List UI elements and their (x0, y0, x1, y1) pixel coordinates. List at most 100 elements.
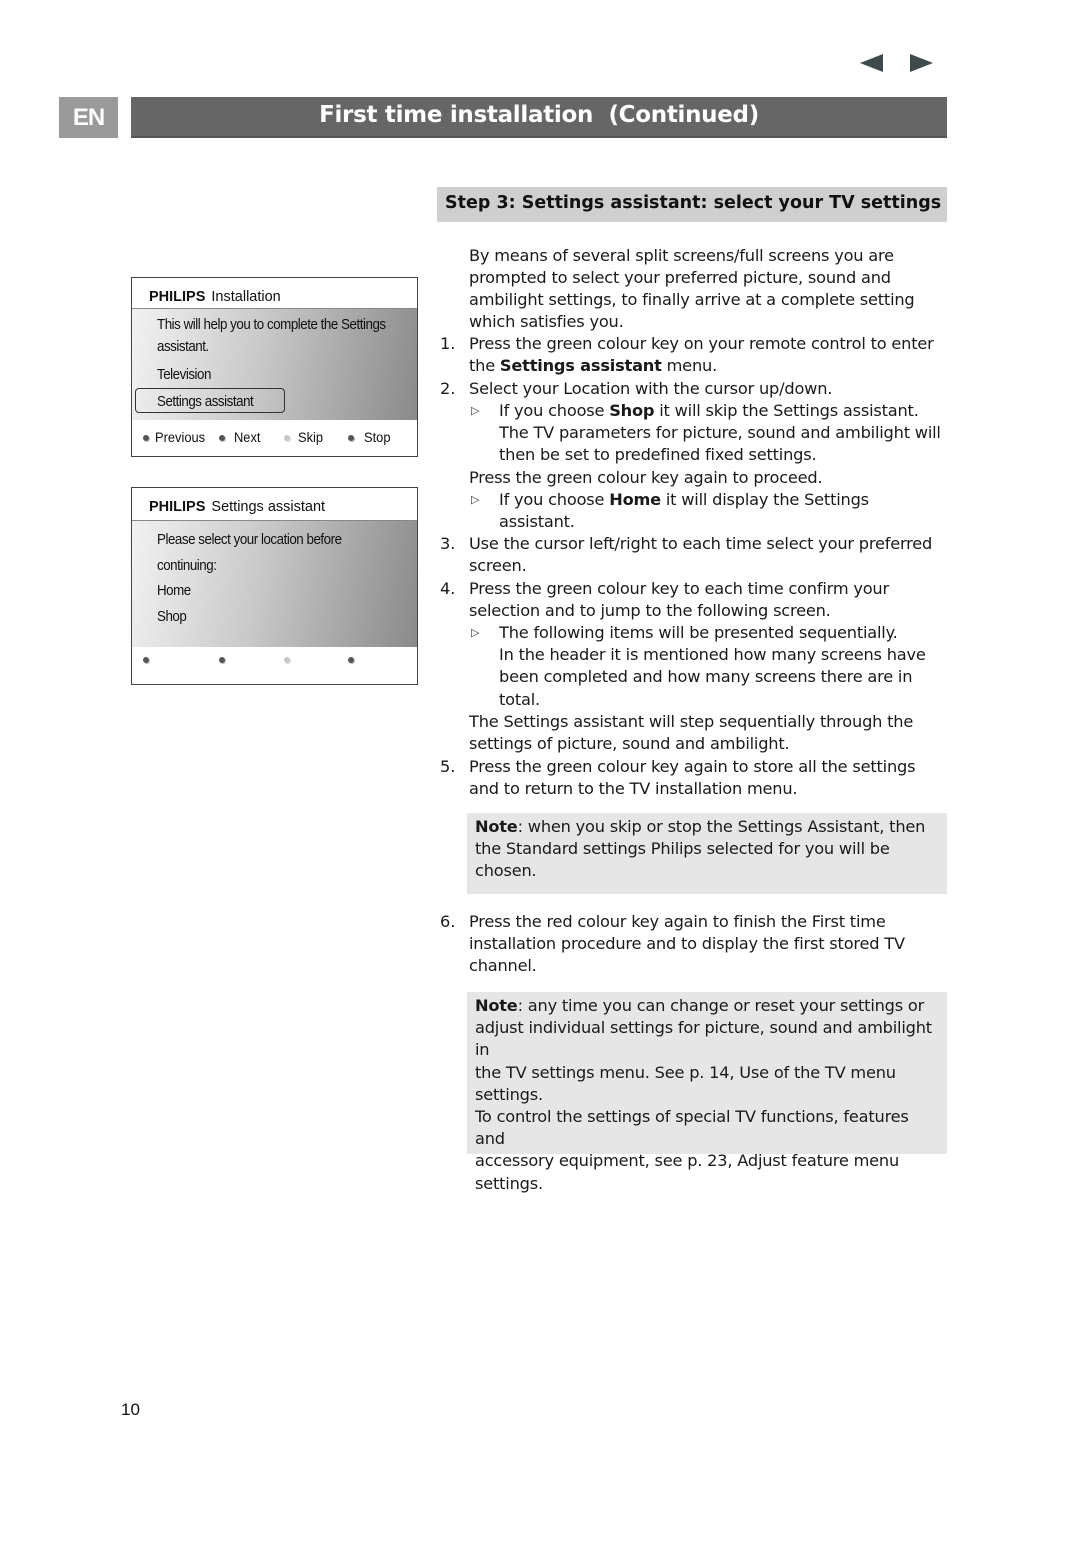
footer-skip[interactable]: Skip (298, 429, 323, 445)
note-label: Note (475, 817, 518, 836)
yellow-key-icon (284, 435, 290, 441)
text-run: the (469, 356, 500, 375)
footer-next[interactable]: Next (234, 429, 260, 445)
language-badge: EN (59, 97, 118, 138)
step-subtext: assistant. (499, 512, 575, 531)
next-page-icon[interactable] (910, 54, 933, 72)
tv-screen-header: PHILIPS Settings assistant (132, 488, 417, 521)
note-line: settings. (475, 1173, 543, 1193)
step-text: channel. (469, 956, 537, 975)
step-number: 6. (440, 912, 456, 931)
note-box: Note: any time you can change or reset y… (467, 992, 947, 1193)
step-number: 2. (440, 379, 456, 398)
text-run: it will display the Settings (660, 490, 869, 509)
step-text: Press the red colour key again to finish… (469, 912, 886, 931)
step-subtext: been completed and how many screens ther… (499, 667, 913, 686)
step-text: Use the cursor left/right to each time s… (469, 534, 933, 553)
menu-item-shop[interactable]: Shop (157, 609, 187, 625)
step-text: The Settings assistant will step sequent… (469, 712, 914, 731)
note-box: Note: when you skip or stop the Settings… (467, 813, 947, 894)
step-number: 4. (440, 579, 456, 598)
note-line: Note: any time you can change or reset y… (475, 995, 939, 1017)
step-text: Press the green colour key again to stor… (469, 757, 916, 776)
step-subtext: If you choose Home it will display the S… (499, 489, 869, 511)
step-text: screen. (469, 556, 527, 575)
step-text: Press the green colour key on your remot… (469, 334, 934, 353)
menu-item-settings-assistant[interactable]: Settings assistant (157, 394, 254, 410)
tv-text-line: continuing: (157, 558, 217, 574)
intro-line: By means of several split screens/full s… (469, 246, 894, 265)
step-text: Press the green colour key to each time … (469, 579, 889, 598)
note-line: accessory equipment, see p. 23, Adjust f… (475, 1151, 900, 1171)
text-run: it will skip the Settings assistant. (654, 401, 919, 420)
previous-page-icon[interactable] (860, 54, 883, 72)
step-text: selection and to jump to the following s… (469, 601, 831, 620)
step-heading: Step 3: Settings assistant: select your … (437, 187, 947, 222)
bold-term: Shop (609, 401, 655, 420)
text-run: : when you skip or stop the Settings Ass… (517, 817, 926, 836)
title-bar: First time installation (Continued) (131, 97, 947, 138)
text-run: If you choose (499, 401, 610, 420)
note-line: settings. (475, 1084, 543, 1104)
red-key-icon[interactable] (143, 657, 149, 663)
footer-previous[interactable]: Previous (155, 429, 205, 445)
menu-item-home[interactable]: Home (157, 583, 191, 599)
blue-key-icon[interactable] (348, 657, 354, 663)
step-number: 5. (440, 757, 456, 776)
brand-logo: PHILIPS (149, 499, 206, 515)
step-text: Select your Location with the cursor up/… (469, 379, 833, 398)
brand-logo: PHILIPS (149, 289, 206, 305)
step-subtext: In the header it is mentioned how many s… (499, 645, 926, 664)
tv-screen-body: This will help you to complete the Setti… (132, 309, 417, 420)
bullet-triangle-icon: ▷ (471, 493, 480, 506)
menu-item-television[interactable]: Television (157, 367, 211, 383)
tv-screen-footer (132, 647, 417, 683)
blue-key-icon (348, 435, 354, 441)
bold-term: Home (609, 490, 661, 509)
tv-screen-header: PHILIPS Installation (132, 278, 417, 309)
tv-screen-title: Installation (211, 289, 281, 305)
bold-term: Settings assistant (499, 356, 662, 375)
text-run: menu. (661, 356, 718, 375)
tv-text-line: assistant. (157, 339, 209, 355)
tv-screen-settings-assistant: PHILIPS Settings assistant Please select … (131, 487, 418, 685)
page-number: 10 (121, 1400, 140, 1419)
tv-screen-body: Please select your location before conti… (132, 521, 417, 647)
step-text: installation procedure and to display th… (469, 934, 905, 953)
intro-line: prompted to select your preferred pictur… (469, 268, 891, 287)
green-key-icon[interactable] (219, 657, 225, 663)
tv-screen-installation: PHILIPS Installation This will help you t… (131, 277, 418, 457)
red-key-icon (143, 435, 149, 441)
step-text: and to return to the TV installation men… (469, 779, 798, 798)
step-subtext: then be set to predefined fixed settings… (499, 445, 817, 464)
step-subtext: The TV parameters for picture, sound and… (499, 423, 941, 442)
step-text: the Settings assistant menu. (469, 355, 717, 377)
text-run: : any time you can change or reset your … (517, 996, 925, 1015)
intro-line: ambilight settings, to finally arrive at… (469, 290, 915, 309)
note-line: the Standard settings Philips selected f… (475, 839, 890, 859)
page-title: First time installation (Continued) (319, 102, 759, 128)
tv-text-line: This will help you to complete the Setti… (157, 317, 386, 333)
step-text: Press the green colour key again to proc… (469, 468, 823, 487)
footer-stop[interactable]: Stop (364, 429, 391, 445)
step-subtext: The following items will be presented se… (499, 623, 898, 642)
step-subtext: total. (499, 690, 540, 709)
tv-screen-footer: Previous Next Skip Stop (132, 420, 417, 456)
step-number: 3. (440, 534, 456, 553)
step-subtext: If you choose Shop it will skip the Sett… (499, 400, 919, 422)
note-line: the TV settings menu. See p. 14, Use of … (475, 1062, 896, 1082)
tv-screen-title: Settings assistant (211, 499, 326, 515)
step-text: settings of picture, sound and ambilight… (469, 734, 790, 753)
note-line: Note: when you skip or stop the Settings… (475, 816, 939, 838)
text-run: If you choose (499, 490, 610, 509)
bullet-triangle-icon: ▷ (471, 626, 480, 639)
note-label: Note (475, 996, 518, 1015)
note-line: To control the settings of special TV fu… (475, 1107, 909, 1149)
yellow-key-icon[interactable] (284, 657, 290, 663)
step-number: 1. (440, 334, 456, 353)
intro-line: which satisfies you. (469, 312, 624, 331)
bullet-triangle-icon: ▷ (471, 404, 480, 417)
green-key-icon (219, 435, 225, 441)
note-line: adjust individual settings for picture, … (475, 1018, 932, 1060)
note-line: chosen. (475, 861, 537, 881)
